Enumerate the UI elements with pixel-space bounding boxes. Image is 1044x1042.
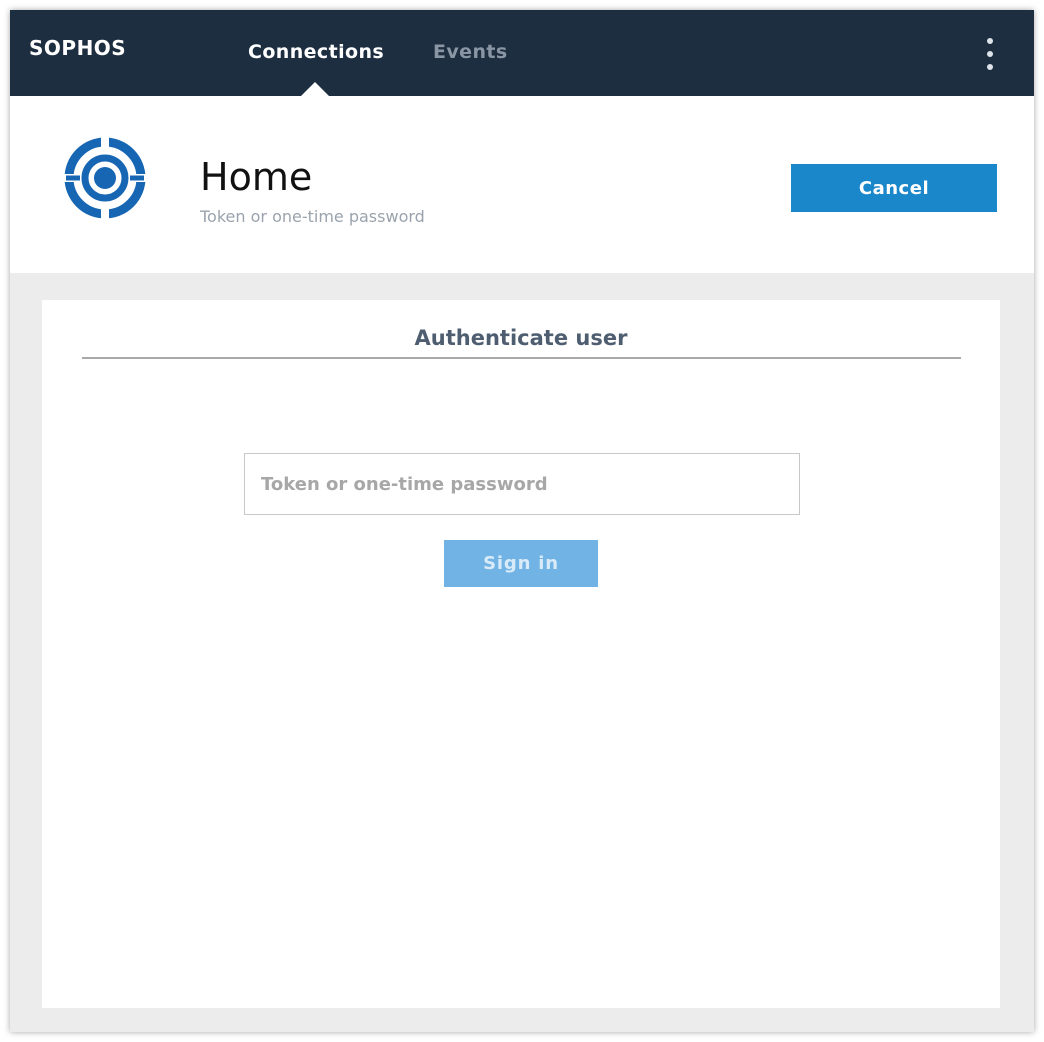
auth-panel-title: Authenticate user [414,326,628,350]
auth-panel: Authenticate user Sign in [42,300,1000,1008]
active-tab-indicator [301,82,329,96]
sign-in-button[interactable]: Sign in [444,540,598,587]
connection-title: Home [200,155,313,199]
cancel-button[interactable]: Cancel [791,164,997,212]
app-window: SOPHOS Connections Events Home Token or … [10,10,1034,1032]
tab-events[interactable]: Events [433,41,508,63]
token-input[interactable] [244,453,800,515]
sophos-logo: SOPHOS [29,36,127,60]
more-vertical-icon[interactable] [978,36,1002,72]
connection-subtitle: Token or one-time password [200,207,425,226]
tab-connections[interactable]: Connections [248,41,384,63]
title-divider [82,357,961,359]
top-navbar: SOPHOS Connections Events [10,10,1034,96]
connection-header: Home Token or one-time password Cancel [10,96,1034,273]
connection-target-icon [62,135,148,221]
